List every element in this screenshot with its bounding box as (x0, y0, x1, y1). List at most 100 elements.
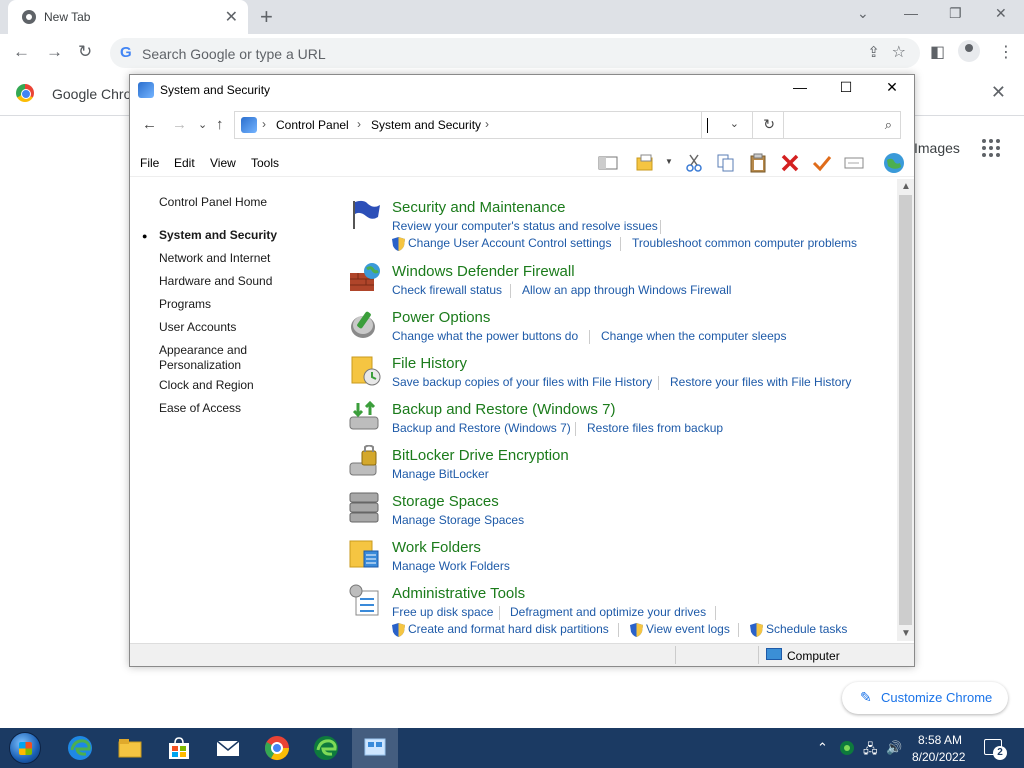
window-minimize-icon[interactable]: — (780, 79, 820, 95)
sidebar-item-system-and-security[interactable]: System and Security (159, 228, 309, 243)
tab-search-chevron-icon[interactable]: ⌄ (857, 5, 869, 22)
copy-icon[interactable] (716, 153, 736, 173)
sidebar-item-appearance-and-personalization[interactable]: Appearance and Personalization (159, 343, 269, 373)
paste-icon[interactable] (748, 153, 768, 173)
nav-forward-icon[interactable]: → (172, 116, 187, 133)
ntp-images-link[interactable]: Images (914, 140, 960, 156)
link-create-format-partitions[interactable]: Create and format hard disk partitions (408, 622, 609, 636)
link-save-backup-copies[interactable]: Save backup copies of your files with Fi… (392, 375, 652, 389)
chrome-menu-icon[interactable]: ⋮ (998, 42, 1014, 62)
edge-icon[interactable] (66, 734, 94, 762)
cut-icon[interactable] (684, 153, 704, 173)
menu-view[interactable]: View (210, 156, 236, 170)
tab-close-icon[interactable]: ✕ (225, 7, 238, 27)
nav-back-icon[interactable]: ← (142, 116, 157, 133)
infobar-close-icon[interactable]: ✕ (991, 82, 1006, 103)
volume-icon[interactable]: 🔊 (886, 740, 902, 756)
link-free-up-disk-space[interactable]: Free up disk space (392, 605, 493, 619)
sidebar-item-control-panel-home[interactable]: Control Panel Home (159, 195, 309, 210)
clock-time[interactable]: 8:58 AM (918, 733, 962, 747)
window-close-icon[interactable]: ✕ (872, 79, 912, 96)
tab-new-tab[interactable]: New Tab ✕ (8, 0, 248, 34)
omnibox[interactable]: G Search Google or type a URL ⇪ ☆ (110, 38, 920, 68)
category-title-file-history[interactable]: File History (392, 355, 467, 372)
link-computer-sleeps[interactable]: Change when the computer sleeps (601, 329, 786, 343)
restore-icon[interactable]: ❐ (949, 5, 962, 22)
link-schedule-tasks[interactable]: Schedule tasks (766, 622, 847, 636)
category-title-windows-defender-firewall[interactable]: Windows Defender Firewall (392, 263, 575, 280)
link-restore-files-file-history[interactable]: Restore your files with File History (670, 375, 851, 389)
menu-edit[interactable]: Edit (174, 156, 195, 170)
share-icon[interactable]: ⇪ (867, 43, 880, 61)
vertical-scrollbar[interactable]: ▲ ▼ (897, 179, 914, 641)
delete-icon[interactable] (780, 153, 800, 173)
sidebar-item-user-accounts[interactable]: User Accounts (159, 320, 309, 335)
back-arrow-icon[interactable]: ← (13, 42, 30, 62)
link-allow-app-firewall[interactable]: Allow an app through Windows Firewall (522, 283, 731, 297)
forward-arrow-icon[interactable]: → (46, 42, 63, 62)
link-manage-storage-spaces[interactable]: Manage Storage Spaces (392, 513, 524, 527)
window-maximize-icon[interactable]: ☐ (826, 79, 866, 96)
file-explorer-icon[interactable] (116, 734, 144, 762)
sidebar-item-hardware-and-sound[interactable]: Hardware and Sound (159, 274, 309, 289)
link-backup-and-restore[interactable]: Backup and Restore (Windows 7) (392, 421, 571, 435)
link-power-buttons[interactable]: Change what the power buttons do (392, 329, 578, 343)
folder-view-icon[interactable] (636, 153, 656, 173)
rename-icon[interactable] (844, 153, 864, 173)
sidebar-item-network-and-internet[interactable]: Network and Internet (159, 251, 309, 266)
start-button[interactable] (9, 732, 41, 764)
breadcrumb-system-and-security[interactable]: System and Security (371, 118, 481, 132)
google-apps-icon[interactable] (982, 139, 1000, 157)
link-manage-bitlocker[interactable]: Manage BitLocker (392, 467, 489, 481)
category-title-power-options[interactable]: Power Options (392, 309, 490, 326)
scroll-thumb[interactable] (899, 195, 912, 625)
scroll-down-icon[interactable]: ▼ (901, 628, 911, 639)
link-manage-work-folders[interactable]: Manage Work Folders (392, 559, 510, 573)
breadcrumb-control-panel[interactable]: Control Panel (276, 118, 349, 132)
sidebar-item-programs[interactable]: Programs (159, 297, 309, 312)
customize-chrome-button[interactable]: ✎ Customize Chrome (842, 682, 1008, 714)
chrome-taskbar-icon[interactable] (263, 734, 291, 762)
nav-up-icon[interactable]: ↑ (216, 116, 224, 133)
side-panel-icon[interactable]: ◧ (930, 42, 945, 62)
network-icon[interactable]: 🖧 (863, 740, 878, 762)
control-panel-taskbar-button[interactable] (352, 728, 398, 768)
views-dropdown-icon[interactable]: ▼ (665, 157, 673, 166)
link-troubleshoot[interactable]: Troubleshoot common computer problems (632, 236, 857, 250)
recent-locations-chevron-icon[interactable]: ⌄ (198, 118, 207, 131)
category-title-administrative-tools[interactable]: Administrative Tools (392, 585, 525, 602)
properties-check-icon[interactable] (812, 153, 832, 173)
menu-file[interactable]: File (140, 156, 159, 170)
link-review-status[interactable]: Review your computer's status and resolv… (392, 219, 658, 233)
link-change-uac[interactable]: Change User Account Control settings (408, 236, 611, 250)
menu-tools[interactable]: Tools (251, 156, 279, 170)
link-check-firewall-status[interactable]: Check firewall status (392, 283, 502, 297)
category-title-backup-and-restore[interactable]: Backup and Restore (Windows 7) (392, 401, 615, 418)
layout-pane-icon[interactable] (598, 153, 618, 173)
search-icon[interactable]: ⌕ (885, 117, 892, 133)
search-input[interactable]: ⌕ (701, 111, 901, 139)
globe-icon[interactable] (882, 151, 906, 175)
clock-date[interactable]: 8/20/2022 (912, 750, 965, 764)
category-title-bitlocker[interactable]: BitLocker Drive Encryption (392, 447, 569, 464)
tray-overflow-chevron-icon[interactable]: ⌃ (817, 740, 828, 756)
edge-dev-icon[interactable] (312, 734, 340, 762)
category-title-storage-spaces[interactable]: Storage Spaces (392, 493, 499, 510)
edge-tray-icon[interactable] (839, 740, 855, 756)
sidebar-item-ease-of-access[interactable]: Ease of Access (159, 401, 309, 416)
store-icon[interactable] (165, 734, 193, 762)
reload-icon[interactable]: ↻ (78, 42, 92, 62)
mail-icon[interactable] (214, 734, 242, 762)
category-title-work-folders[interactable]: Work Folders (392, 539, 481, 556)
link-defragment[interactable]: Defragment and optimize your drives (510, 605, 706, 619)
window-titlebar[interactable]: System and Security — ☐ ✕ (130, 75, 914, 105)
link-restore-files-from-backup[interactable]: Restore files from backup (587, 421, 723, 435)
bookmark-star-icon[interactable]: ☆ (892, 42, 906, 62)
scroll-up-icon[interactable]: ▲ (901, 181, 911, 192)
link-view-event-logs[interactable]: View event logs (646, 622, 730, 636)
minimize-icon[interactable]: — (904, 5, 918, 21)
close-window-icon[interactable]: ✕ (995, 5, 1007, 22)
sidebar-item-clock-and-region[interactable]: Clock and Region (159, 378, 309, 393)
profile-avatar[interactable] (958, 40, 980, 62)
new-tab-button[interactable]: + (260, 4, 273, 30)
